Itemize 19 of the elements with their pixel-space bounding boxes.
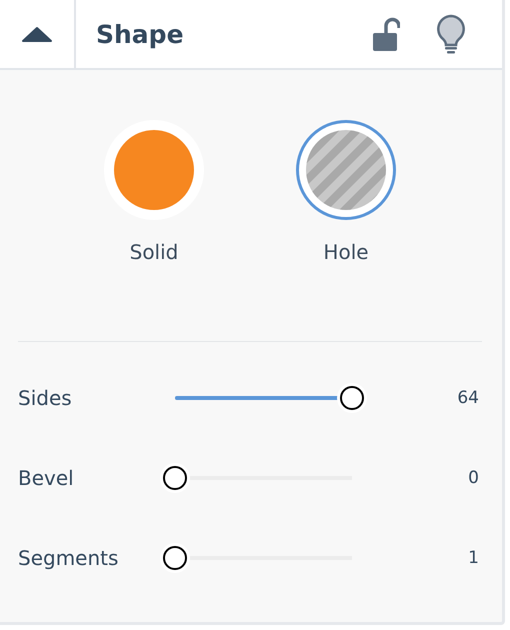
slider-thumb[interactable] xyxy=(163,466,187,490)
property-value: 1 xyxy=(467,548,480,568)
striped-swatch-icon xyxy=(306,130,386,210)
property-value: 64 xyxy=(456,388,480,408)
slider-thumb[interactable] xyxy=(163,546,187,570)
property-value: 0 xyxy=(467,468,480,488)
lock-button[interactable] xyxy=(372,16,400,52)
lightbulb-icon xyxy=(436,14,466,54)
property-label: Sides xyxy=(18,386,73,410)
solid-option[interactable]: Solid xyxy=(104,120,204,290)
caret-icon xyxy=(21,25,53,43)
hole-option[interactable]: Hole xyxy=(296,120,396,290)
panel-title: Shape xyxy=(95,20,185,48)
lightbulb-button[interactable] xyxy=(436,14,466,54)
property-label: Bevel xyxy=(18,466,75,490)
property-label: Segments xyxy=(18,546,120,570)
open-lock-icon xyxy=(372,16,400,52)
solid-swatch-icon xyxy=(114,130,194,210)
slider-thumb[interactable] xyxy=(340,386,364,410)
